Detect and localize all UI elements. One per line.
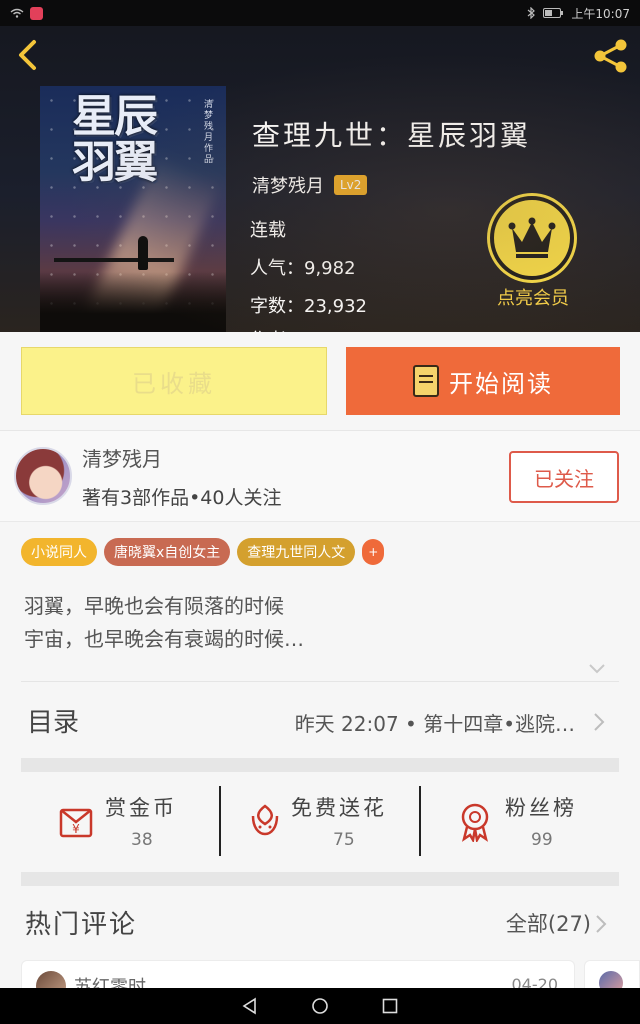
share-icon bbox=[594, 39, 627, 73]
book-status: 连载 bbox=[250, 220, 286, 241]
comments-header: 热门评论 全部(27) bbox=[21, 892, 619, 952]
nav-recents-icon[interactable] bbox=[381, 997, 399, 1015]
vip-button[interactable] bbox=[490, 196, 574, 280]
collected-button[interactable]: 已收藏 bbox=[21, 347, 327, 415]
start-reading-button[interactable]: 开始阅读 bbox=[346, 347, 620, 415]
stat-label: 赏金币 bbox=[105, 796, 177, 820]
book-title: 查理九世：星辰羽翼 bbox=[252, 119, 532, 152]
vip-label[interactable]: 点亮会员 bbox=[490, 284, 576, 310]
battery-icon bbox=[543, 8, 564, 18]
comments-title: 热门评论 bbox=[25, 910, 138, 940]
intro-line: 宇宙，也早晚会有衰竭的时候… bbox=[24, 627, 304, 651]
tag-item[interactable]: 查理九世同人文 bbox=[237, 538, 356, 566]
book-author-name[interactable]: 清梦残月 bbox=[252, 172, 324, 198]
chevron-left-icon bbox=[19, 40, 36, 70]
nav-home-icon[interactable] bbox=[311, 997, 329, 1015]
all-comments-link[interactable]: 全部(27) bbox=[506, 908, 591, 938]
gift-money-icon: ¥ bbox=[59, 808, 93, 838]
send-flower-button[interactable]: 免费送花 75 bbox=[221, 772, 420, 872]
section-separator bbox=[21, 758, 619, 772]
tag-list: 小说同人 唐晓翼x自创女主 查理九世同人文 + bbox=[21, 538, 385, 566]
tag-item[interactable]: 唐晓翼x自创女主 bbox=[104, 538, 231, 566]
author-avatar[interactable] bbox=[14, 447, 72, 505]
stat-label: 粉丝榜 bbox=[505, 796, 577, 820]
medal-icon bbox=[461, 803, 489, 842]
chevron-down-icon bbox=[589, 664, 605, 674]
cover-title: 星辰羽翼 bbox=[72, 91, 158, 188]
status-bar: 上午10:07 bbox=[0, 0, 640, 26]
flower-icon bbox=[251, 804, 279, 836]
book-header: 星辰羽翼 清梦残月作品 查理九世：星辰羽翼 清梦残月 Lv2 连载 人气：9,9… bbox=[0, 26, 640, 332]
stats-row: ¥ 赏金币 38 免费送花 75 粉丝榜 99 bbox=[21, 772, 619, 872]
author-name[interactable]: 清梦残月 bbox=[82, 443, 162, 472]
status-time: 上午10:07 bbox=[571, 6, 630, 21]
action-bar: 已收藏 开始阅读 bbox=[0, 332, 640, 430]
back-button[interactable] bbox=[12, 38, 44, 72]
wifi-icon bbox=[10, 8, 24, 18]
chevron-right-icon bbox=[594, 713, 605, 731]
comment-card[interactable] bbox=[584, 960, 640, 995]
svg-text:¥: ¥ bbox=[72, 822, 80, 836]
cover-subtitle: 清梦残月作品 bbox=[204, 100, 214, 165]
book-popularity: 人气：9,982 bbox=[250, 258, 356, 279]
fan-ranking-button[interactable]: 粉丝榜 99 bbox=[421, 772, 620, 872]
notification-app-icon bbox=[30, 6, 43, 20]
share-button[interactable] bbox=[592, 38, 630, 74]
stat-value: 75 bbox=[333, 830, 355, 850]
intro-line: 羽翼，早晚也会有陨落的时候 bbox=[24, 594, 284, 618]
level-badge: Lv2 bbox=[334, 175, 368, 195]
stat-value: 99 bbox=[531, 830, 553, 850]
system-nav-bar bbox=[0, 988, 640, 1024]
bluetooth-icon bbox=[528, 7, 536, 19]
catalog-row[interactable]: 目录 昨天 22:07 • 第十四章•逃院… bbox=[21, 684, 619, 758]
tag-item[interactable]: 小说同人 bbox=[21, 538, 97, 566]
more-tags-button[interactable]: + bbox=[362, 539, 385, 565]
book-author-line: 清梦残月 Lv2 bbox=[252, 172, 368, 198]
stat-value: 38 bbox=[131, 830, 153, 850]
stat-label: 免费送花 bbox=[291, 796, 387, 820]
reward-coins-button[interactable]: ¥ 赏金币 38 bbox=[21, 772, 220, 872]
author-stats: 著有3部作品•40人关注 bbox=[82, 487, 282, 509]
catalog-label: 目录 bbox=[27, 708, 80, 738]
latest-chapter: 昨天 22:07 • 第十四章•逃院… bbox=[294, 712, 575, 736]
follow-button[interactable]: 已关注 bbox=[509, 451, 619, 503]
crown-icon bbox=[508, 217, 556, 258]
book-word-count: 字数：23,932 bbox=[250, 296, 367, 317]
book-icon bbox=[413, 365, 439, 397]
book-cover[interactable]: 星辰羽翼 清梦残月作品 bbox=[40, 86, 226, 332]
book-intro: 羽翼，早晚也会有陨落的时候 宇宙，也早晚会有衰竭的时候… bbox=[24, 590, 304, 656]
expand-intro-button[interactable] bbox=[588, 660, 606, 679]
section-separator bbox=[21, 872, 619, 886]
chevron-right-icon[interactable] bbox=[595, 914, 607, 934]
author-card[interactable]: 清梦残月 著有3部作品•40人关注 已关注 bbox=[0, 430, 640, 522]
start-reading-label: 开始阅读 bbox=[449, 369, 553, 398]
nav-back-icon[interactable] bbox=[241, 997, 259, 1015]
comment-card[interactable]: 苏红零时 04-20 bbox=[21, 960, 575, 990]
divider bbox=[21, 681, 619, 682]
